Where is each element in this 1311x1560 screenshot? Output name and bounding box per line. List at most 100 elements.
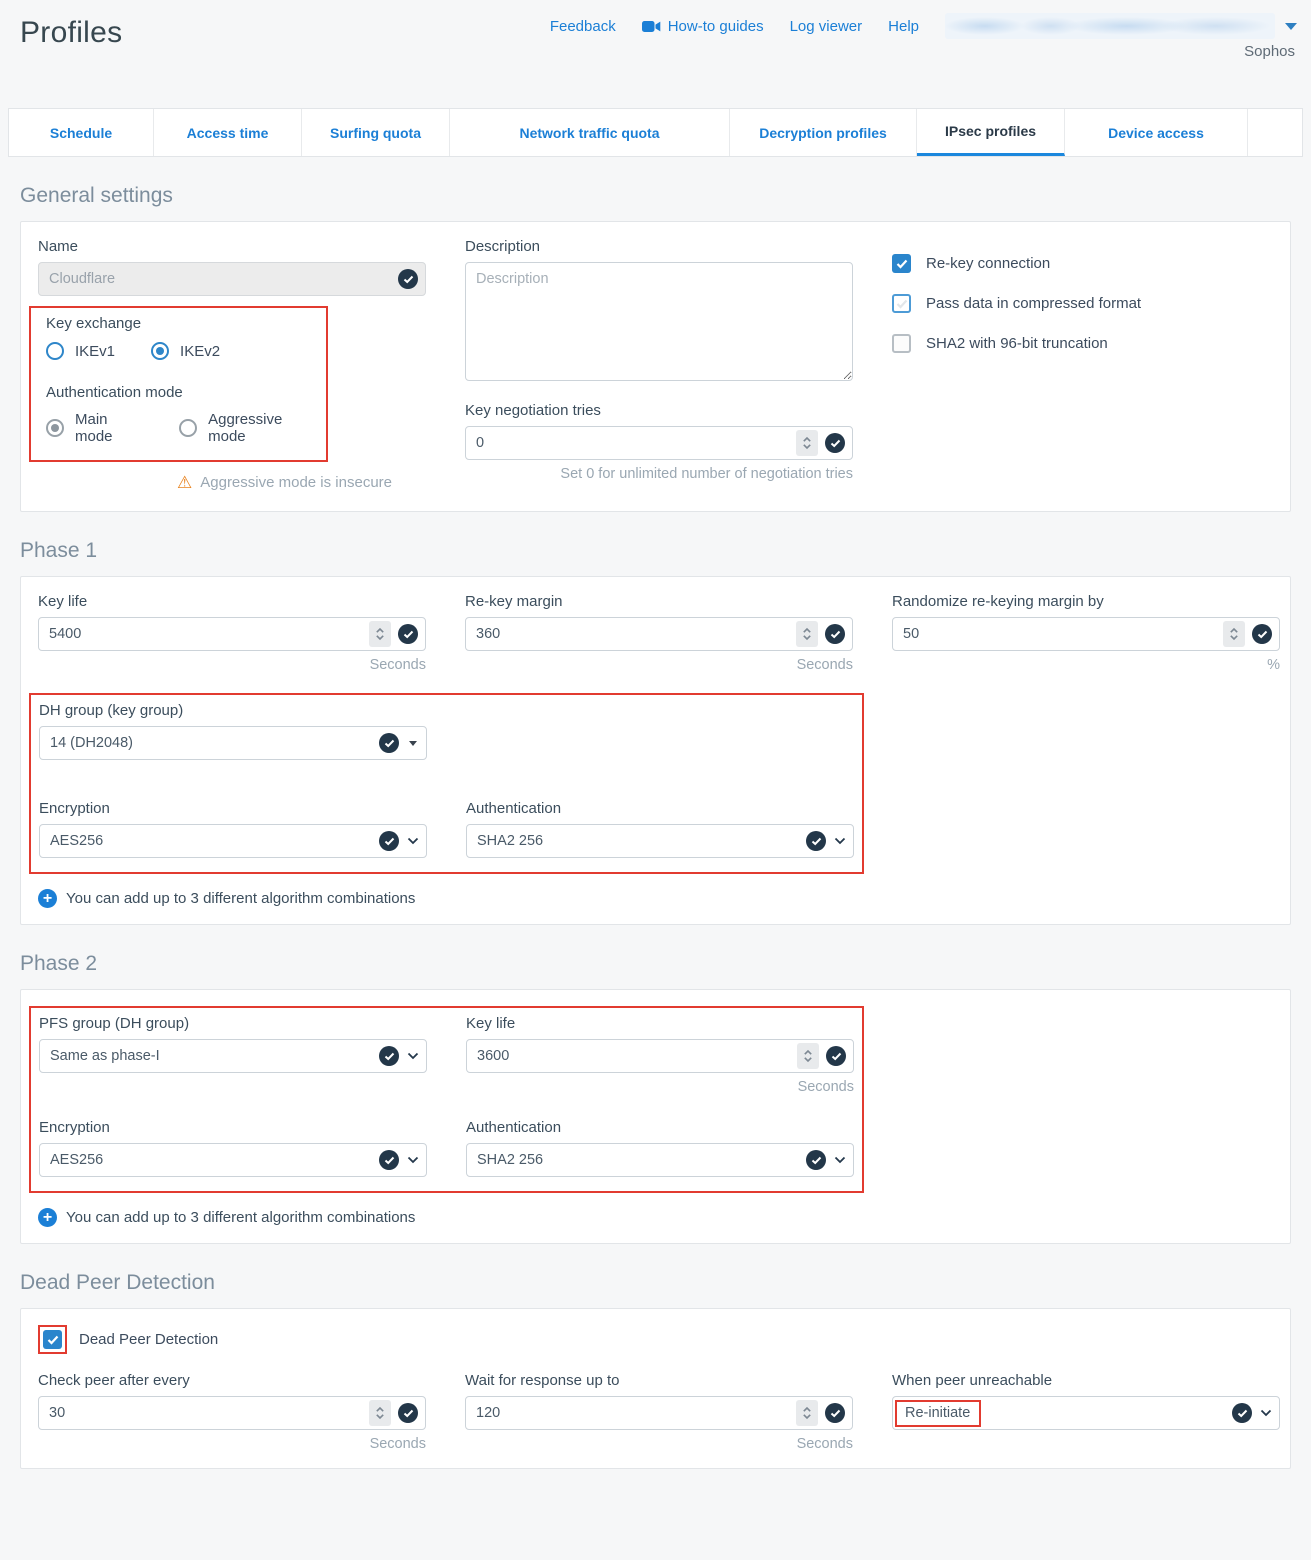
chevron-down-icon: [407, 1052, 419, 1060]
rekey-connection-checkbox[interactable]: [892, 254, 911, 273]
description-textarea[interactable]: [465, 262, 853, 381]
p1-randomize-unit: %: [892, 657, 1280, 673]
radio-aggressive-mode-label: Aggressive mode: [208, 411, 316, 445]
p2-key-life-field[interactable]: [466, 1039, 854, 1073]
p1-key-life-input[interactable]: [49, 626, 369, 642]
valid-check-icon: [1232, 1403, 1252, 1423]
p1-randomize-input[interactable]: [903, 626, 1223, 642]
valid-check-icon: [825, 624, 845, 644]
feedback-link[interactable]: Feedback: [550, 18, 616, 35]
number-spinner[interactable]: [369, 621, 391, 647]
number-spinner[interactable]: [797, 1043, 819, 1069]
p1-rekey-margin-field[interactable]: [465, 617, 853, 651]
dpd-enable-checkbox[interactable]: [43, 1330, 62, 1349]
tab-network-traffic-quota[interactable]: Network traffic quota: [450, 109, 730, 156]
dpd-wait-response-field[interactable]: [465, 1396, 853, 1430]
tab-device-access[interactable]: Device access: [1065, 109, 1248, 156]
p1-encryption-select[interactable]: AES256: [39, 824, 427, 858]
p2-encryption-value: AES256: [50, 1152, 379, 1168]
howto-guides-link[interactable]: How-to guides: [642, 18, 764, 35]
key-negotiation-label: Key negotiation tries: [465, 402, 853, 419]
dpd-wait-response-input[interactable]: [476, 1405, 796, 1421]
radio-aggressive-mode[interactable]: [179, 419, 197, 437]
number-spinner[interactable]: [796, 621, 818, 647]
tab-access-time[interactable]: Access time: [154, 109, 302, 156]
radio-ikev1[interactable]: [46, 342, 64, 360]
p2-encryption-label: Encryption: [39, 1119, 427, 1136]
valid-check-icon: [825, 433, 845, 453]
valid-check-icon: [379, 733, 399, 753]
key-negotiation-hint: Set 0 for unlimited number of negotiatio…: [465, 466, 853, 482]
radio-main-mode[interactable]: [46, 419, 64, 437]
p1-rekey-margin-input[interactable]: [476, 626, 796, 642]
p1-algorithms-highlight-box: DH group (key group) 14 (DH2048) Encrypt…: [29, 693, 864, 874]
sha2-truncation-row: SHA2 with 96-bit truncation: [892, 334, 1280, 353]
tab-decryption-profiles[interactable]: Decryption profiles: [730, 109, 917, 156]
p2-authentication-value: SHA2 256: [477, 1152, 806, 1168]
log-viewer-link[interactable]: Log viewer: [790, 18, 863, 35]
profile-tabs: Schedule Access time Surfing quota Netwo…: [8, 108, 1303, 157]
p2-key-life-unit: Seconds: [466, 1079, 854, 1095]
p2-pfs-group-select[interactable]: Same as phase-I: [39, 1039, 427, 1073]
key-negotiation-field[interactable]: [465, 426, 853, 460]
valid-check-icon: [398, 1403, 418, 1423]
p1-dh-group-select[interactable]: 14 (DH2048): [39, 726, 427, 760]
auth-mode-label: Authentication mode: [46, 384, 316, 401]
dpd-checkbox-highlight-box: [38, 1325, 67, 1354]
dpd-heading: Dead Peer Detection: [20, 1271, 1291, 1295]
add-circle-icon[interactable]: +: [38, 889, 57, 908]
brand-label: Sophos: [1244, 43, 1295, 60]
p1-key-life-field[interactable]: [38, 617, 426, 651]
key-negotiation-input[interactable]: [476, 435, 796, 451]
p1-randomize-field[interactable]: [892, 617, 1280, 651]
p2-add-note-text: You can add up to 3 different algorithm …: [66, 1209, 415, 1226]
tabbar-filler: [1248, 109, 1302, 156]
dpd-check-peer-input[interactable]: [49, 1405, 369, 1421]
number-spinner[interactable]: [796, 430, 818, 456]
p1-authentication-select[interactable]: SHA2 256: [466, 824, 854, 858]
rekey-connection-row: Re-key connection: [892, 254, 1280, 273]
dpd-check-peer-label: Check peer after every: [38, 1372, 426, 1389]
p1-dh-group-value: 14 (DH2048): [50, 735, 379, 751]
p2-algorithms-highlight-box: PFS group (DH group) Same as phase-I Key…: [29, 1006, 864, 1193]
tab-schedule[interactable]: Schedule: [9, 109, 154, 156]
tab-ipsec-profiles[interactable]: IPsec profiles: [917, 109, 1065, 156]
add-circle-icon[interactable]: +: [38, 1208, 57, 1227]
reinitiate-highlight-box: Re-initiate: [895, 1400, 981, 1427]
radio-ikev2-label: IKEv2: [180, 343, 220, 360]
video-camera-icon: [642, 20, 661, 33]
valid-check-icon: [379, 831, 399, 851]
help-link[interactable]: Help: [888, 18, 919, 35]
dpd-check-peer-field[interactable]: [38, 1396, 426, 1430]
dpd-enable-row: Dead Peer Detection: [38, 1325, 1273, 1354]
dropdown-caret-icon: [409, 741, 417, 746]
p2-key-life-input[interactable]: [477, 1048, 797, 1064]
p1-dh-group-label: DH group (key group): [39, 702, 427, 719]
number-spinner[interactable]: [369, 1400, 391, 1426]
key-exchange-label: Key exchange: [46, 315, 316, 332]
chevron-down-icon: [834, 837, 846, 845]
p1-key-life-label: Key life: [38, 593, 426, 610]
dpd-when-unreachable-value: Re-initiate: [905, 1405, 970, 1421]
sha2-truncation-checkbox[interactable]: [892, 334, 911, 353]
p2-authentication-select[interactable]: SHA2 256: [466, 1143, 854, 1177]
p1-randomize-label: Randomize re-keying margin by: [892, 593, 1280, 610]
p1-rekey-margin-label: Re-key margin: [465, 593, 853, 610]
dpd-when-unreachable-select[interactable]: Re-initiate: [892, 1396, 1280, 1430]
radio-ikev2[interactable]: [151, 342, 169, 360]
p2-pfs-group-label: PFS group (DH group): [39, 1015, 427, 1032]
number-spinner[interactable]: [796, 1400, 818, 1426]
name-field: Cloudflare: [38, 262, 426, 296]
number-spinner[interactable]: [1223, 621, 1245, 647]
tab-surfing-quota[interactable]: Surfing quota: [302, 109, 450, 156]
compressed-format-checkbox[interactable]: [892, 294, 911, 313]
p1-add-combination-note: + You can add up to 3 different algorith…: [38, 889, 1273, 908]
account-selector[interactable]: [945, 13, 1297, 39]
valid-check-icon: [825, 1403, 845, 1423]
p2-encryption-select[interactable]: AES256: [39, 1143, 427, 1177]
key-exchange-options: IKEv1 IKEv2: [46, 342, 316, 360]
warning-text: Aggressive mode is insecure: [200, 474, 392, 491]
dpd-check-peer-unit: Seconds: [38, 1436, 426, 1452]
name-value: Cloudflare: [49, 271, 398, 287]
sha2-truncation-label: SHA2 with 96-bit truncation: [926, 335, 1108, 352]
